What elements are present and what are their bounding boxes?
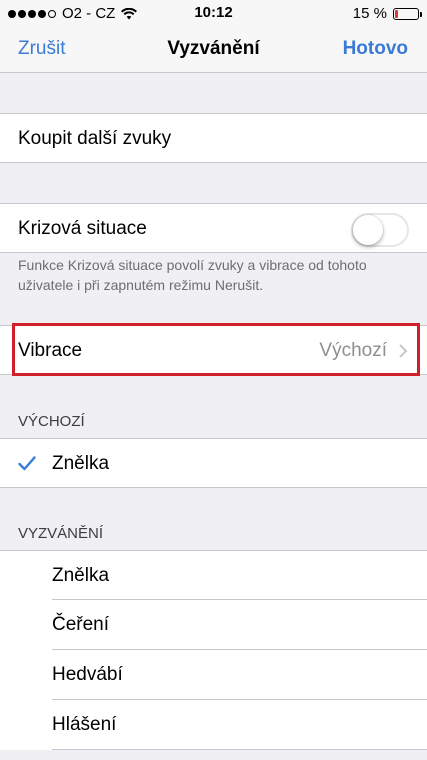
- battery-icon: [393, 7, 422, 20]
- default-section-header: VÝCHOZÍ: [18, 413, 85, 430]
- cancel-button[interactable]: Zrušit: [18, 38, 66, 60]
- ringtone-label: Hlášení: [52, 714, 117, 735]
- ringtone-label: Znělka: [52, 565, 110, 586]
- vibration-highlight-box: [12, 323, 420, 376]
- ringtone-row[interactable]: Čeření: [0, 600, 427, 650]
- status-bar: O2 - CZ 10:12 15 %: [0, 0, 427, 28]
- navigation-bar: Zrušit Vyzvánění Hotovo: [0, 28, 427, 73]
- emergency-bypass-toggle[interactable]: [351, 213, 409, 247]
- checkmark-icon: [18, 456, 36, 471]
- toggle-knob: [353, 215, 383, 245]
- ringtones-section-header: VYZVÁNĚNÍ: [18, 525, 104, 542]
- ringtone-row[interactable]: Hedvábí: [0, 650, 427, 700]
- ringtone-row[interactable]: Hlášení: [0, 700, 427, 750]
- battery-percentage: 15 %: [352, 5, 387, 22]
- emergency-bypass-label: Krizová situace: [18, 218, 147, 239]
- emergency-bypass-row: Krizová situace: [0, 203, 427, 253]
- battery-level: [395, 9, 398, 18]
- done-button[interactable]: Hotovo: [343, 38, 408, 60]
- row-divider: [52, 749, 427, 750]
- ringtone-row[interactable]: Znělka: [0, 550, 427, 600]
- default-ringtone-label: Znělka: [52, 453, 110, 474]
- ringtone-label: Čeření: [52, 614, 110, 635]
- status-right: 15 %: [352, 5, 422, 22]
- ringtone-label: Hedvábí: [52, 664, 123, 685]
- default-ringtone-row[interactable]: Znělka: [0, 438, 427, 488]
- emergency-bypass-footer: Funkce Krizová situace povolí zvuky a vi…: [18, 257, 367, 293]
- buy-more-sounds-row[interactable]: Koupit další zvuky: [0, 113, 427, 163]
- buy-more-sounds-label: Koupit další zvuky: [18, 128, 172, 149]
